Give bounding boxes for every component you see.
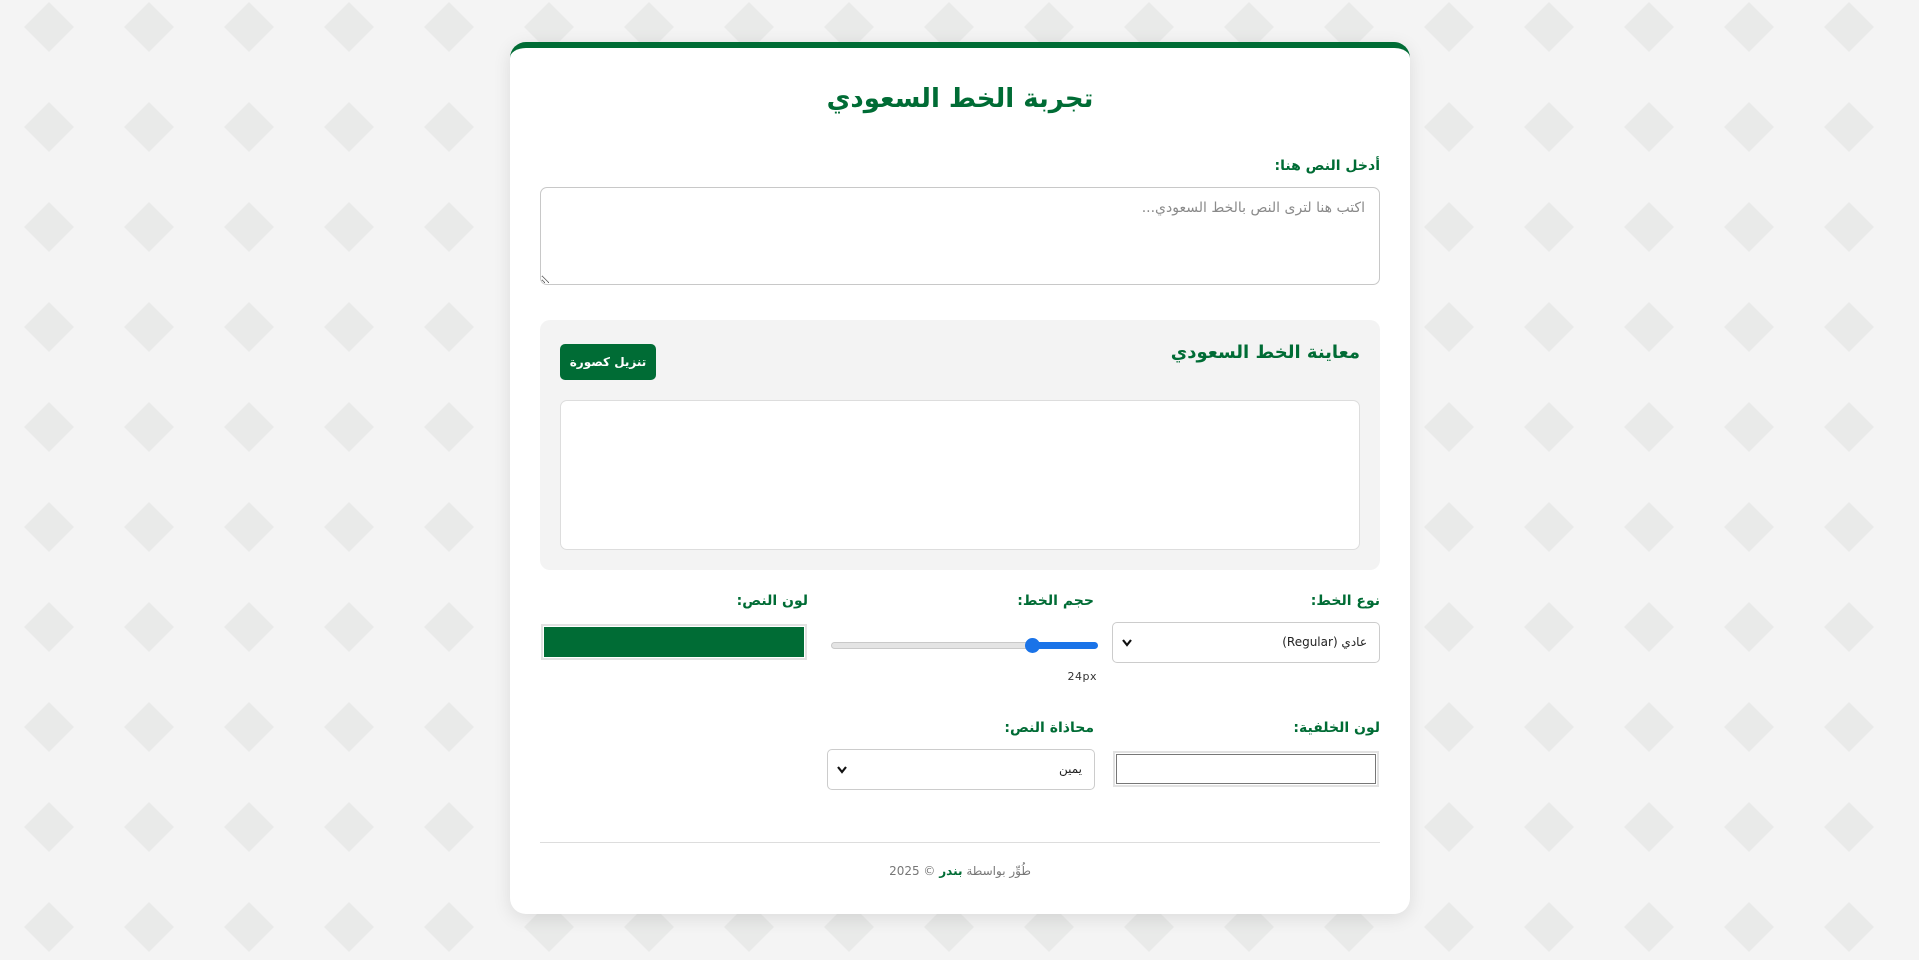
footer-divider (540, 842, 1380, 843)
preview-title: معاينة الخط السعودي (1170, 342, 1360, 363)
page-title: تجربة الخط السعودي (826, 84, 1094, 114)
alignment-select[interactable]: يمين (827, 749, 1095, 790)
font-size-slider[interactable] (831, 638, 1098, 653)
download-image-button[interactable]: تنزيل كصورة (560, 344, 656, 380)
font-size-slider-thumb[interactable] (1025, 638, 1040, 653)
font-type-selected: عادي (Regular) (1282, 635, 1367, 649)
chevron-down-icon (837, 766, 847, 774)
text-color-picker[interactable] (541, 624, 807, 660)
font-size-value: 24px (1067, 670, 1097, 683)
preview-box (560, 400, 1360, 550)
main-card: تجربة الخط السعودي أدخل النص هنا: معاينة… (510, 42, 1410, 914)
footer-prefix: طُوِّر بواسطة (966, 864, 1031, 878)
footer: طُوِّر بواسطة بندر © 2025 (510, 864, 1410, 878)
alignment-selected: يمين (1058, 762, 1082, 776)
font-type-label: نوع الخط: (1310, 593, 1380, 609)
text-input-label: أدخل النص هنا: (1274, 158, 1380, 174)
bg-color-picker[interactable] (1113, 751, 1379, 787)
preview-section: معاينة الخط السعودي تنزيل كصورة (540, 320, 1380, 570)
font-size-slider-fill (1032, 642, 1098, 649)
footer-author: بندر (939, 864, 963, 878)
bg-color-swatch (1116, 754, 1376, 784)
chevron-down-icon (1122, 639, 1132, 647)
text-color-swatch (544, 627, 804, 657)
alignment-label: محاذاة النص: (1004, 720, 1094, 736)
text-input[interactable] (540, 187, 1380, 285)
footer-copyright: © 2025 (889, 864, 936, 878)
font-type-select[interactable]: عادي (Regular) (1112, 622, 1380, 663)
text-color-label: لون النص: (736, 593, 808, 609)
bg-color-label: لون الخلفية: (1293, 720, 1380, 736)
font-size-label: حجم الخط: (1017, 593, 1094, 609)
